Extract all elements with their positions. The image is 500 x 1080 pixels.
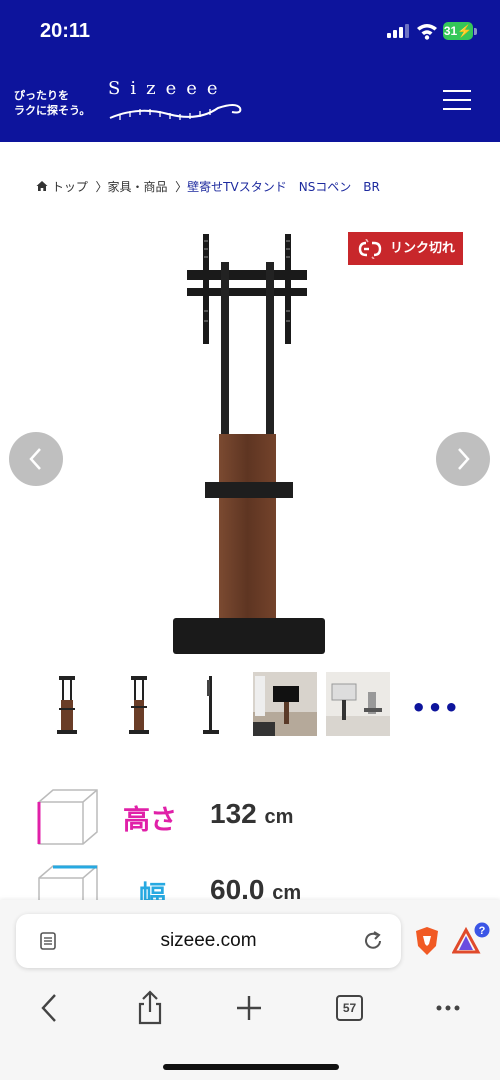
chevron-right-icon xyxy=(458,448,470,470)
breadcrumb: トップ 〉家具・商品 〉壁寄せTVスタンド NSコペン BR xyxy=(36,178,380,195)
tabs-button[interactable]: 57 xyxy=(330,990,370,1026)
more-thumbnails-button[interactable]: ••• xyxy=(411,694,460,722)
thumbnail-5[interactable] xyxy=(326,672,390,736)
site-header: 20:11 31⚡ ぴったりを ラクに探そう。 Sizeee xyxy=(0,0,500,142)
hamburger-menu-icon[interactable] xyxy=(443,90,473,112)
chevron-left-icon xyxy=(29,448,41,470)
thumbnail-image xyxy=(129,676,149,734)
home-icon xyxy=(36,181,48,191)
dimension-height-row: 高さ 132 cm xyxy=(35,786,475,848)
reload-icon[interactable] xyxy=(362,930,384,952)
broken-link-icon xyxy=(358,239,382,259)
thumbnail-image xyxy=(203,676,219,734)
brave-shield-icon[interactable] xyxy=(414,926,440,956)
home-indicator[interactable] xyxy=(163,1064,339,1070)
badge-label: リンク切れ xyxy=(390,241,456,256)
thumbnail-3[interactable] xyxy=(179,672,243,736)
thumbnail-4[interactable] xyxy=(253,672,317,736)
thumbnail-1[interactable] xyxy=(35,672,99,736)
url-text[interactable]: sizeee.com xyxy=(16,930,401,952)
cellular-signal-icon xyxy=(387,24,409,38)
tab-count: 57 xyxy=(342,1001,357,1015)
breadcrumb-current: 壁寄せTVスタンド NSコペン BR xyxy=(187,180,380,194)
address-bar[interactable]: sizeee.com xyxy=(16,914,401,968)
prev-image-button[interactable] xyxy=(9,432,63,486)
wifi-icon xyxy=(417,24,437,40)
brave-rewards-icon[interactable]: ? xyxy=(452,922,490,956)
height-value: 132 cm xyxy=(210,798,293,830)
back-icon[interactable] xyxy=(30,990,70,1026)
rewards-badge: ? xyxy=(479,925,486,937)
new-tab-icon[interactable] xyxy=(229,990,269,1026)
product-main-image[interactable] xyxy=(35,230,465,660)
thumbnail-image xyxy=(253,672,317,736)
share-icon[interactable] xyxy=(130,990,170,1026)
breadcrumb-item-top[interactable]: トップ xyxy=(52,180,88,194)
battery-level: 31 xyxy=(443,24,458,38)
status-time: 20:11 xyxy=(40,20,91,42)
breadcrumb-separator: 〉 xyxy=(171,180,188,194)
logo-ruler-icon xyxy=(109,104,242,120)
next-image-button[interactable] xyxy=(436,432,490,486)
more-menu-icon[interactable] xyxy=(428,990,468,1026)
battery-indicator: 31⚡ xyxy=(443,22,473,40)
breadcrumb-item-furniture[interactable]: 家具・商品 xyxy=(108,180,168,194)
height-number: 132 xyxy=(210,798,257,829)
tv-stand-image xyxy=(173,234,325,654)
breadcrumb-separator: 〉 xyxy=(91,180,108,194)
thumbnail-strip: ••• xyxy=(35,672,475,738)
link-broken-badge: リンク切れ xyxy=(348,232,463,265)
status-bar: 20:11 31⚡ xyxy=(0,0,500,60)
height-unit: cm xyxy=(264,806,294,828)
site-logo[interactable]: Sizeee xyxy=(108,78,248,126)
tagline-line-2: ラクに探そう。 xyxy=(14,104,91,117)
tagline-line-1: ぴったりを xyxy=(14,89,69,102)
site-tagline: ぴったりを ラクに探そう。 xyxy=(14,88,90,118)
height-label: 高さ xyxy=(123,805,177,836)
thumbnail-image xyxy=(326,672,390,736)
battery-cap xyxy=(474,28,477,35)
thumbnail-image xyxy=(57,676,77,734)
thumbnail-2[interactable] xyxy=(107,672,171,736)
height-cube-icon xyxy=(37,789,98,845)
